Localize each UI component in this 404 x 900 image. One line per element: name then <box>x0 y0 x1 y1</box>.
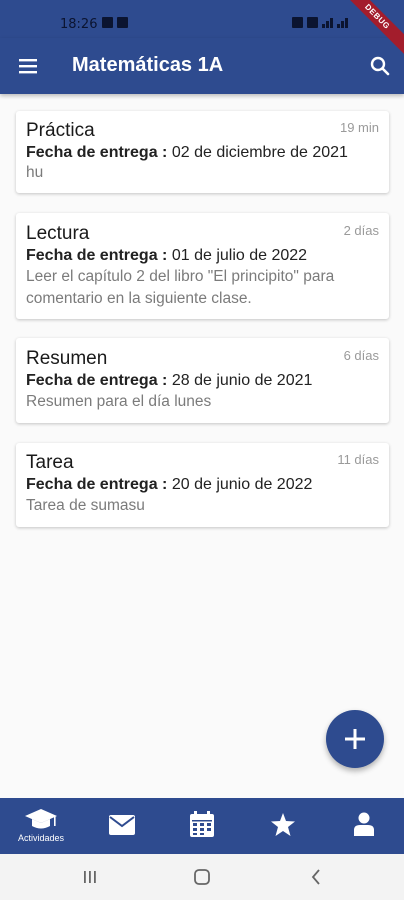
system-icons <box>292 17 348 28</box>
activity-due-row: Fecha de entrega : 28 de junio de 2021 <box>26 372 312 390</box>
activity-time-ago: 19 min <box>339 120 379 135</box>
activity-description: hu <box>26 164 44 181</box>
activity-description: Resumen para el día lunes <box>26 393 212 410</box>
nav-item-messages[interactable] <box>82 798 162 854</box>
activity-due-row: Fecha de entrega : 01 de julio de 2022 <box>26 247 307 265</box>
activity-card[interactable]: Práctica 19 min Fecha de entrega : 02 de… <box>16 111 389 193</box>
system-nav-bar <box>0 854 404 900</box>
activity-card[interactable]: Tarea 11 días Fecha de entrega : 20 de j… <box>16 443 389 527</box>
back-icon <box>311 869 320 885</box>
add-activity-button[interactable] <box>326 710 384 768</box>
due-label: Fecha de entrega : <box>26 247 168 264</box>
status-time: 18:26 <box>60 17 98 32</box>
status-bar: 18:26 <box>0 0 404 38</box>
activity-description: Leer el capítulo 2 del libro "El princip… <box>26 268 335 307</box>
due-date: 01 de julio de 2022 <box>171 247 308 264</box>
star-icon <box>271 813 295 836</box>
calendar-icon <box>190 811 214 837</box>
plus-icon <box>345 729 365 749</box>
mute-icon <box>307 17 318 28</box>
activity-card[interactable]: Resumen 6 días Fecha de entrega : 28 de … <box>16 338 389 423</box>
notification-icons <box>102 17 128 28</box>
app-bar: Matemáticas 1A <box>0 38 404 94</box>
nav-item-favorites[interactable] <box>243 798 323 854</box>
activity-due-row: Fecha de entrega : 02 de diciembre de 20… <box>26 144 348 162</box>
recent-apps-icon <box>84 871 96 883</box>
recent-apps-button[interactable] <box>74 863 106 891</box>
activity-due-row: Fecha de entrega : 20 de junio de 2022 <box>26 476 312 494</box>
activity-card[interactable]: Lectura 2 días Fecha de entrega : 01 de … <box>16 213 389 319</box>
person-icon <box>354 812 374 836</box>
home-button[interactable] <box>186 863 218 891</box>
due-date: 20 de junio de 2022 <box>171 476 313 493</box>
search-icon <box>370 56 390 76</box>
activity-time-ago: 6 días <box>343 348 379 363</box>
bottom-nav: Actividades <box>0 798 404 854</box>
graduation-cap-icon <box>25 809 57 829</box>
menu-button[interactable] <box>14 52 42 80</box>
app-notification-icon <box>117 17 128 28</box>
search-button[interactable] <box>366 52 394 80</box>
due-label: Fecha de entrega : <box>26 144 168 161</box>
nav-item-profile[interactable] <box>324 798 404 854</box>
activity-title: Lectura <box>26 223 90 244</box>
home-icon <box>194 869 210 885</box>
activity-time-ago: 2 días <box>343 223 379 238</box>
activity-title: Práctica <box>26 120 95 141</box>
nav-label-actividades: Actividades <box>17 833 65 843</box>
nav-item-calendar[interactable] <box>162 798 242 854</box>
nav-item-actividades[interactable]: Actividades <box>1 798 81 854</box>
activity-description: Tarea de sumasu <box>26 497 145 514</box>
activity-title: Tarea <box>26 452 74 473</box>
due-date: 28 de junio de 2021 <box>171 372 313 389</box>
envelope-icon <box>109 815 135 835</box>
activity-title: Resumen <box>26 348 108 369</box>
signal-icon <box>337 17 348 28</box>
hamburger-icon <box>19 59 37 74</box>
wifi-icon <box>322 17 333 28</box>
image-notification-icon <box>102 17 113 28</box>
due-label: Fecha de entrega : <box>26 476 168 493</box>
alarm-icon <box>292 17 303 28</box>
activity-time-ago: 11 días <box>337 452 379 467</box>
due-date: 02 de diciembre de 2021 <box>171 144 348 161</box>
back-button[interactable] <box>300 863 332 891</box>
page-title: Matemáticas 1A <box>72 54 224 76</box>
due-label: Fecha de entrega : <box>26 372 168 389</box>
